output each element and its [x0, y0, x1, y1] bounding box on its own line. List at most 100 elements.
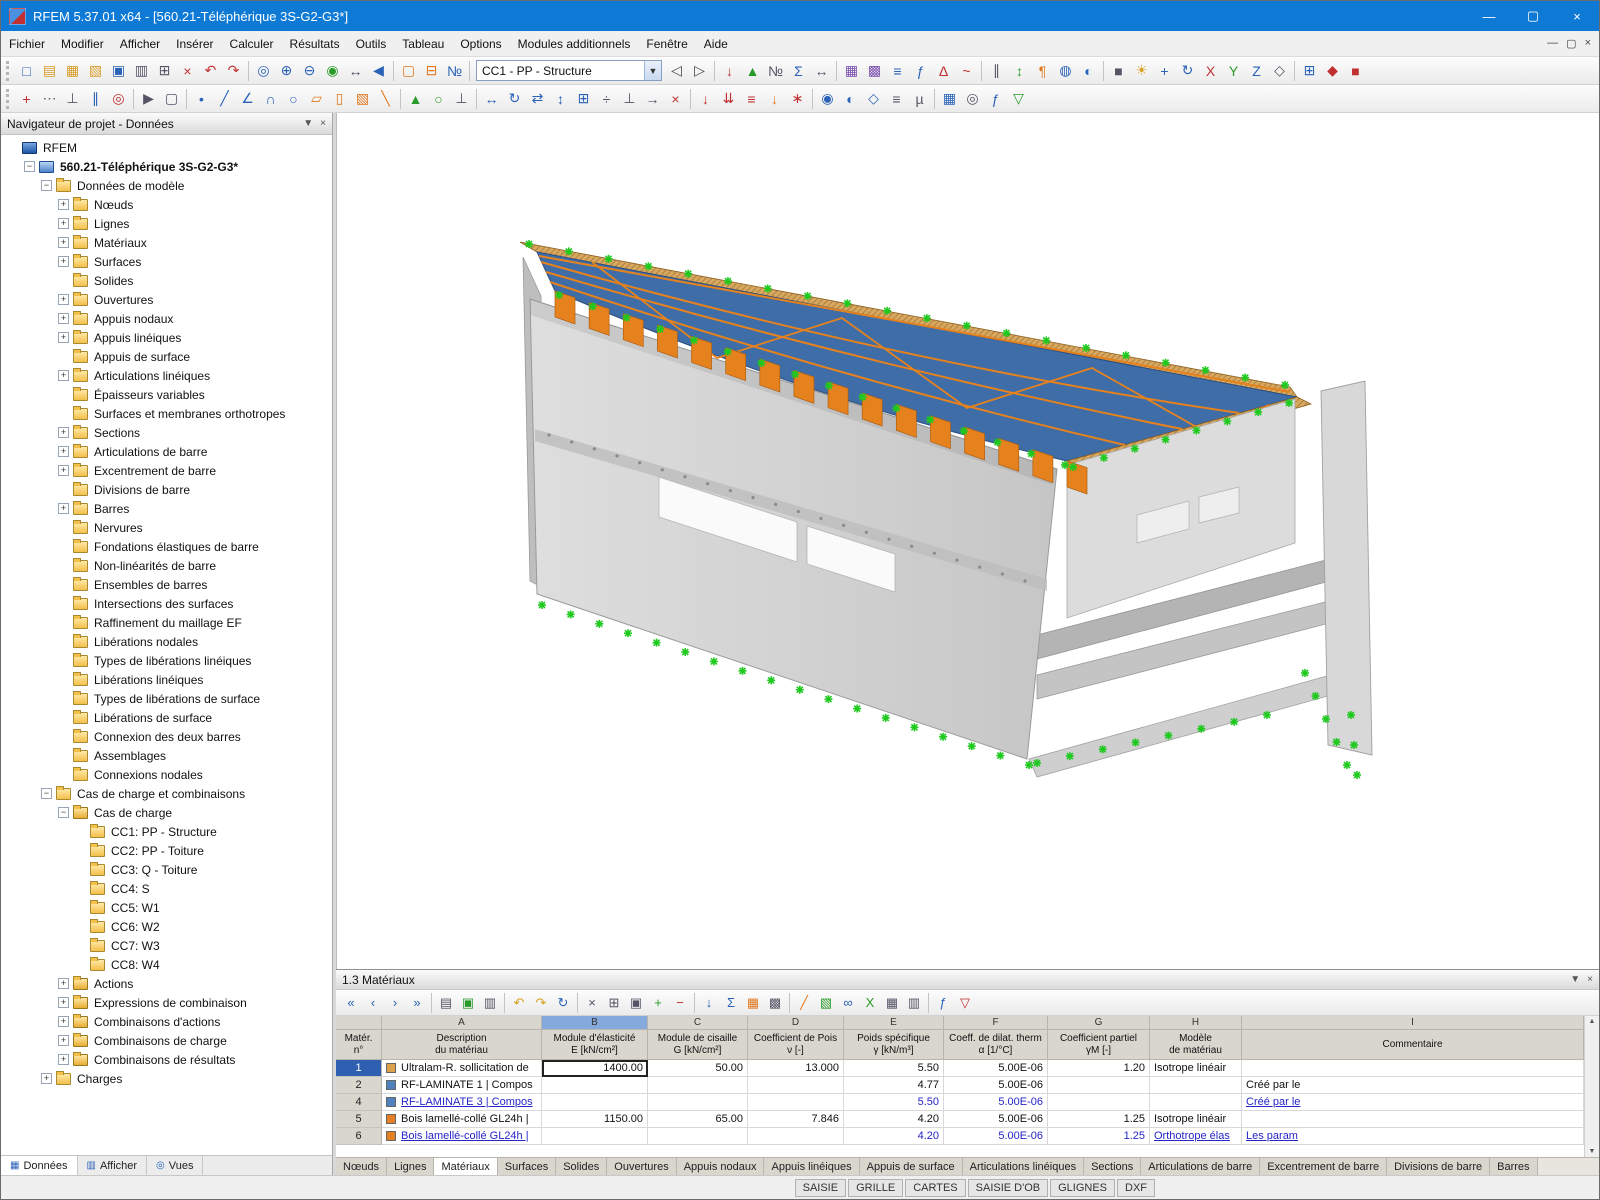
table-tab-n-uds[interactable]: Nœuds	[336, 1158, 387, 1175]
table-last-icon[interactable]: »	[406, 993, 428, 1013]
cell-D-1[interactable]: 13.000	[748, 1060, 844, 1077]
connect-icon[interactable]: ⊥	[618, 88, 641, 110]
cell-B-1[interactable]: 1400.00	[542, 1060, 648, 1077]
tree-item-raffinement-du-maillage-ef[interactable]: Raffinement du maillage EF	[1, 613, 332, 632]
cell-C-6[interactable]	[648, 1128, 748, 1145]
guidelines-icon[interactable]: ∥	[84, 88, 107, 110]
column-letter-I[interactable]: I	[1242, 1016, 1584, 1030]
split-window-icon[interactable]: ⊟	[420, 60, 443, 82]
cell-F-6[interactable]: 5.00E-06	[944, 1128, 1048, 1145]
settings-icon[interactable]: ▩	[764, 993, 786, 1013]
mdi-minimize-icon[interactable]: —	[1547, 37, 1558, 50]
delete-object-icon[interactable]: ×	[664, 88, 687, 110]
close-panel-icon[interactable]: ×	[320, 118, 326, 129]
full-window-icon[interactable]: ▢	[397, 60, 420, 82]
calculation-params-icon[interactable]: ƒ	[909, 60, 932, 82]
tree-item-560-21-t-l-ph-rique-3s-g2-g3[interactable]: −560.21-Téléphérique 3S-G2-G3*	[1, 157, 332, 176]
collapse-icon[interactable]: −	[41, 788, 52, 799]
cell-D-2[interactable]	[748, 1077, 844, 1094]
tree-item-surfaces[interactable]: +Surfaces	[1, 252, 332, 271]
tree-item-divisions-de-barre[interactable]: Divisions de barre	[1, 480, 332, 499]
menu-fichier[interactable]: Fichier	[1, 31, 53, 56]
tree-item-lib-rations-lin-iques[interactable]: Libérations linéiques	[1, 670, 332, 689]
tree-item-n-uds[interactable]: +Nœuds	[1, 195, 332, 214]
circle-icon[interactable]: ○	[282, 88, 305, 110]
project-manager-icon[interactable]: ▦	[61, 60, 84, 82]
expand-icon[interactable]: +	[58, 1035, 69, 1046]
menu-tableau[interactable]: Tableau	[394, 31, 452, 56]
mdi-close-icon[interactable]: ×	[1585, 37, 1591, 50]
cell-I-2[interactable]: Créé par le	[1242, 1077, 1584, 1094]
edit-mode-icon[interactable]: ▣	[457, 993, 479, 1013]
table-tab-surfaces[interactable]: Surfaces	[498, 1158, 556, 1175]
stop-icon[interactable]: ■	[1344, 60, 1367, 82]
status-dxf[interactable]: DXF	[1117, 1179, 1155, 1197]
tree-item-cc8-w4[interactable]: CC8: W4	[1, 955, 332, 974]
cell-C-5[interactable]: 65.00	[648, 1111, 748, 1128]
tree-item-paisseurs-variables[interactable]: Épaisseurs variables	[1, 385, 332, 404]
open-model-icon[interactable]: ▤	[38, 60, 61, 82]
tree-item-appuis-lin-iques[interactable]: +Appuis linéiques	[1, 328, 332, 347]
expand-icon[interactable]: +	[58, 978, 69, 989]
redo-icon[interactable]: ↷	[222, 60, 245, 82]
table-pin-icon[interactable]: ▼	[1570, 974, 1580, 985]
mirror-icon[interactable]: ⇄	[526, 88, 549, 110]
tree-item-connexions-nodales[interactable]: Connexions nodales	[1, 765, 332, 784]
delete-row-icon[interactable]: −	[669, 993, 691, 1013]
print-icon[interactable]: ▥	[130, 60, 153, 82]
cell-B-5[interactable]: 1150.00	[542, 1111, 648, 1128]
refresh-icon[interactable]: ↻	[552, 993, 574, 1013]
cell-G-1[interactable]: 1.20	[1048, 1060, 1150, 1077]
expand-icon[interactable]: +	[58, 199, 69, 210]
tree-item-cc6-w2[interactable]: CC6: W2	[1, 917, 332, 936]
tree-item-assemblages[interactable]: Assemblages	[1, 746, 332, 765]
column-letter-H[interactable]: H	[1150, 1016, 1242, 1030]
cell-H-5[interactable]: Isotrope linéair	[1150, 1111, 1242, 1128]
view-z-icon[interactable]: Z	[1245, 60, 1268, 82]
expand-icon[interactable]: +	[58, 997, 69, 1008]
tree-item-nervures[interactable]: Nervures	[1, 518, 332, 537]
column-letter-B[interactable]: B	[542, 1016, 648, 1030]
copy-object-icon[interactable]: ⊞	[572, 88, 595, 110]
cell-H-6[interactable]: Orthotrope élas	[1150, 1128, 1242, 1145]
expand-icon[interactable]: +	[58, 218, 69, 229]
tree-item-combinaisons-d-actions[interactable]: +Combinaisons d'actions	[1, 1012, 332, 1031]
calculate-icon[interactable]: ≡	[886, 60, 909, 82]
delete-icon[interactable]: ×	[176, 60, 199, 82]
rotate-icon[interactable]: ↻	[503, 88, 526, 110]
mesh-settings-icon[interactable]: ▩	[863, 60, 886, 82]
tree-item-intersections-des-surfaces[interactable]: Intersections des surfaces	[1, 594, 332, 613]
tree-item-surfaces-et-membranes-orthotropes[interactable]: Surfaces et membranes orthotropes	[1, 404, 332, 423]
cell-description-1[interactable]: Ultralam-R. sollicitation de	[382, 1060, 542, 1077]
tree-item-cc4-s[interactable]: CC4: S	[1, 879, 332, 898]
tree-item-cc3-q-toiture[interactable]: CC3: Q - Toiture	[1, 860, 332, 879]
row-number-6[interactable]: 6	[336, 1128, 382, 1145]
expand-icon[interactable]: +	[41, 1073, 52, 1084]
tree-item-actions[interactable]: +Actions	[1, 974, 332, 993]
eccentricity-icon[interactable]: ⊥	[450, 88, 473, 110]
expand-icon[interactable]: +	[58, 446, 69, 457]
cell-F-5[interactable]: 5.00E-06	[944, 1111, 1048, 1128]
cell-I-6[interactable]: Les param	[1242, 1128, 1584, 1145]
undo-icon[interactable]: ↶	[199, 60, 222, 82]
tree-item-combinaisons-de-charge[interactable]: +Combinaisons de charge	[1, 1031, 332, 1050]
zoom-window-icon[interactable]: ◎	[252, 60, 275, 82]
surface-load-icon[interactable]: ≡	[740, 88, 763, 110]
zoom-out-icon[interactable]: ⊖	[298, 60, 321, 82]
status-cartes[interactable]: CARTES	[905, 1179, 965, 1197]
model-viewport[interactable]	[336, 113, 1599, 969]
tree-item-expressions-de-combinaison[interactable]: +Expressions de combinaison	[1, 993, 332, 1012]
load-generator-icon[interactable]: ∗	[786, 88, 809, 110]
tree-item-lib-rations-nodales[interactable]: Libérations nodales	[1, 632, 332, 651]
cell-I-1[interactable]	[1242, 1060, 1584, 1077]
status-glignes[interactable]: GLIGNES	[1050, 1179, 1115, 1197]
tree-item-mat-riaux[interactable]: +Matériaux	[1, 233, 332, 252]
collapse-icon[interactable]: −	[24, 161, 35, 172]
trim-icon[interactable]: →	[641, 88, 664, 110]
table-tab-sections[interactable]: Sections	[1084, 1158, 1141, 1175]
column-letter-F[interactable]: F	[944, 1016, 1048, 1030]
filter-icon[interactable]: ▽	[954, 993, 976, 1013]
cell-E-1[interactable]: 5.50	[844, 1060, 944, 1077]
pin-icon[interactable]: ▼	[303, 118, 313, 129]
table-tab-articulations-lin-iques[interactable]: Articulations linéiques	[963, 1158, 1084, 1175]
